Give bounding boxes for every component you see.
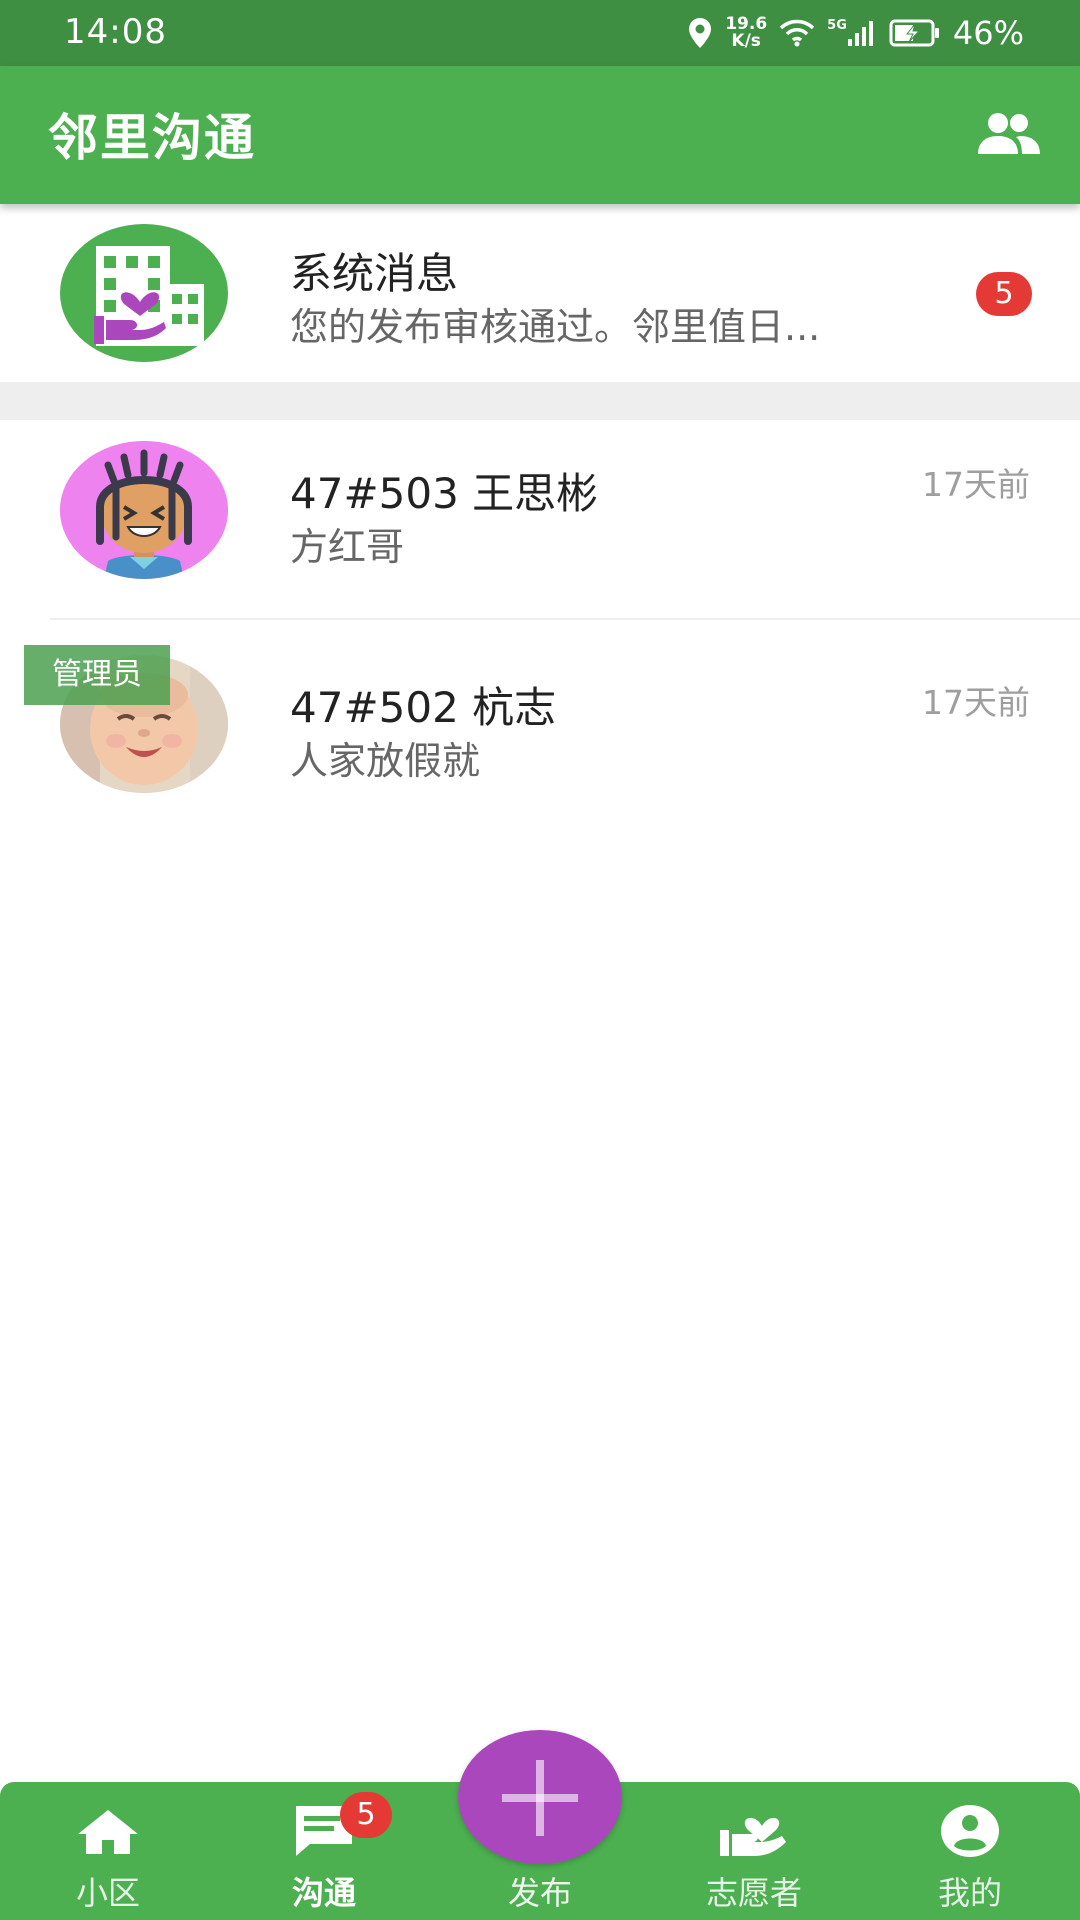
net-speed: 19.6 K/s [725,16,767,50]
page-title: 邻里沟通 [48,109,256,167]
publish-button[interactable] [458,1730,622,1864]
volunteer-heart-hand-icon [720,1817,786,1856]
status-bar: 14:08 19.6 K/s 5G 46% [0,0,1080,66]
section-divider [0,382,1080,420]
screen: 14:08 19.6 K/s 5G 46% 邻里沟通 系统消息 您的发布审核通过… [0,0,1080,1920]
person-circle-icon [941,1805,999,1857]
nav-badge: 5 [340,1792,392,1838]
battery-percent: 46% [952,14,1024,52]
conversation-time: 17天前 [922,683,1030,722]
signal-group: 5G [827,19,877,47]
nav-item-volunteer[interactable]: 志愿者 [674,1782,834,1920]
nav-label-publish: 发布 [507,1874,572,1912]
cartoon-person-avatar [60,441,228,579]
location-icon [689,18,712,48]
avatar [60,224,228,362]
conversation-name: 47#503 王思彬 [290,469,599,518]
conversation-name: 系统消息 [290,249,459,298]
conversation-preview: 您的发布审核通过。邻里值日... [290,305,821,349]
conversation-name: 47#502 杭志 [290,683,557,732]
conversation-preview: 方红哥 [290,525,405,569]
signal-icon [847,21,873,46]
unread-badge: 5 [976,272,1032,316]
status-time: 14:08 [64,12,167,52]
wifi-icon [779,19,815,47]
avatar [60,441,228,579]
conversation-time: 17天前 [922,465,1030,504]
signal-label: 5G [827,18,847,33]
nav-label: 志愿者 [705,1874,802,1912]
conversation-item-system[interactable]: 系统消息 您的发布审核通过。邻里值日... 5 [0,204,1080,382]
home-icon [78,1810,138,1854]
nav-item-profile[interactable]: 我的 [890,1782,1050,1920]
net-speed-unit: K/s [731,31,761,51]
conversation-item[interactable]: 47#503 王思彬 方红哥 17天前 [0,420,1080,618]
app-bar: 邻里沟通 [0,66,1080,204]
nav-item-chat[interactable]: 5 沟通 [244,1782,404,1920]
contacts-button[interactable] [972,110,1044,160]
nav-label: 沟通 [291,1874,356,1912]
system-building-avatar [94,246,204,346]
nav-label: 小区 [75,1874,140,1912]
status-icons: 19.6 K/s 5G 46% [687,10,1024,56]
admin-tag: 管理员 [24,645,170,705]
nav-item-community[interactable]: 小区 [28,1782,188,1920]
battery-charging-icon [889,19,939,47]
plus-icon [502,1760,578,1836]
nav-label: 我的 [937,1874,1002,1912]
conversation-preview: 人家放假就 [290,739,481,783]
contacts-icon [978,113,1040,154]
